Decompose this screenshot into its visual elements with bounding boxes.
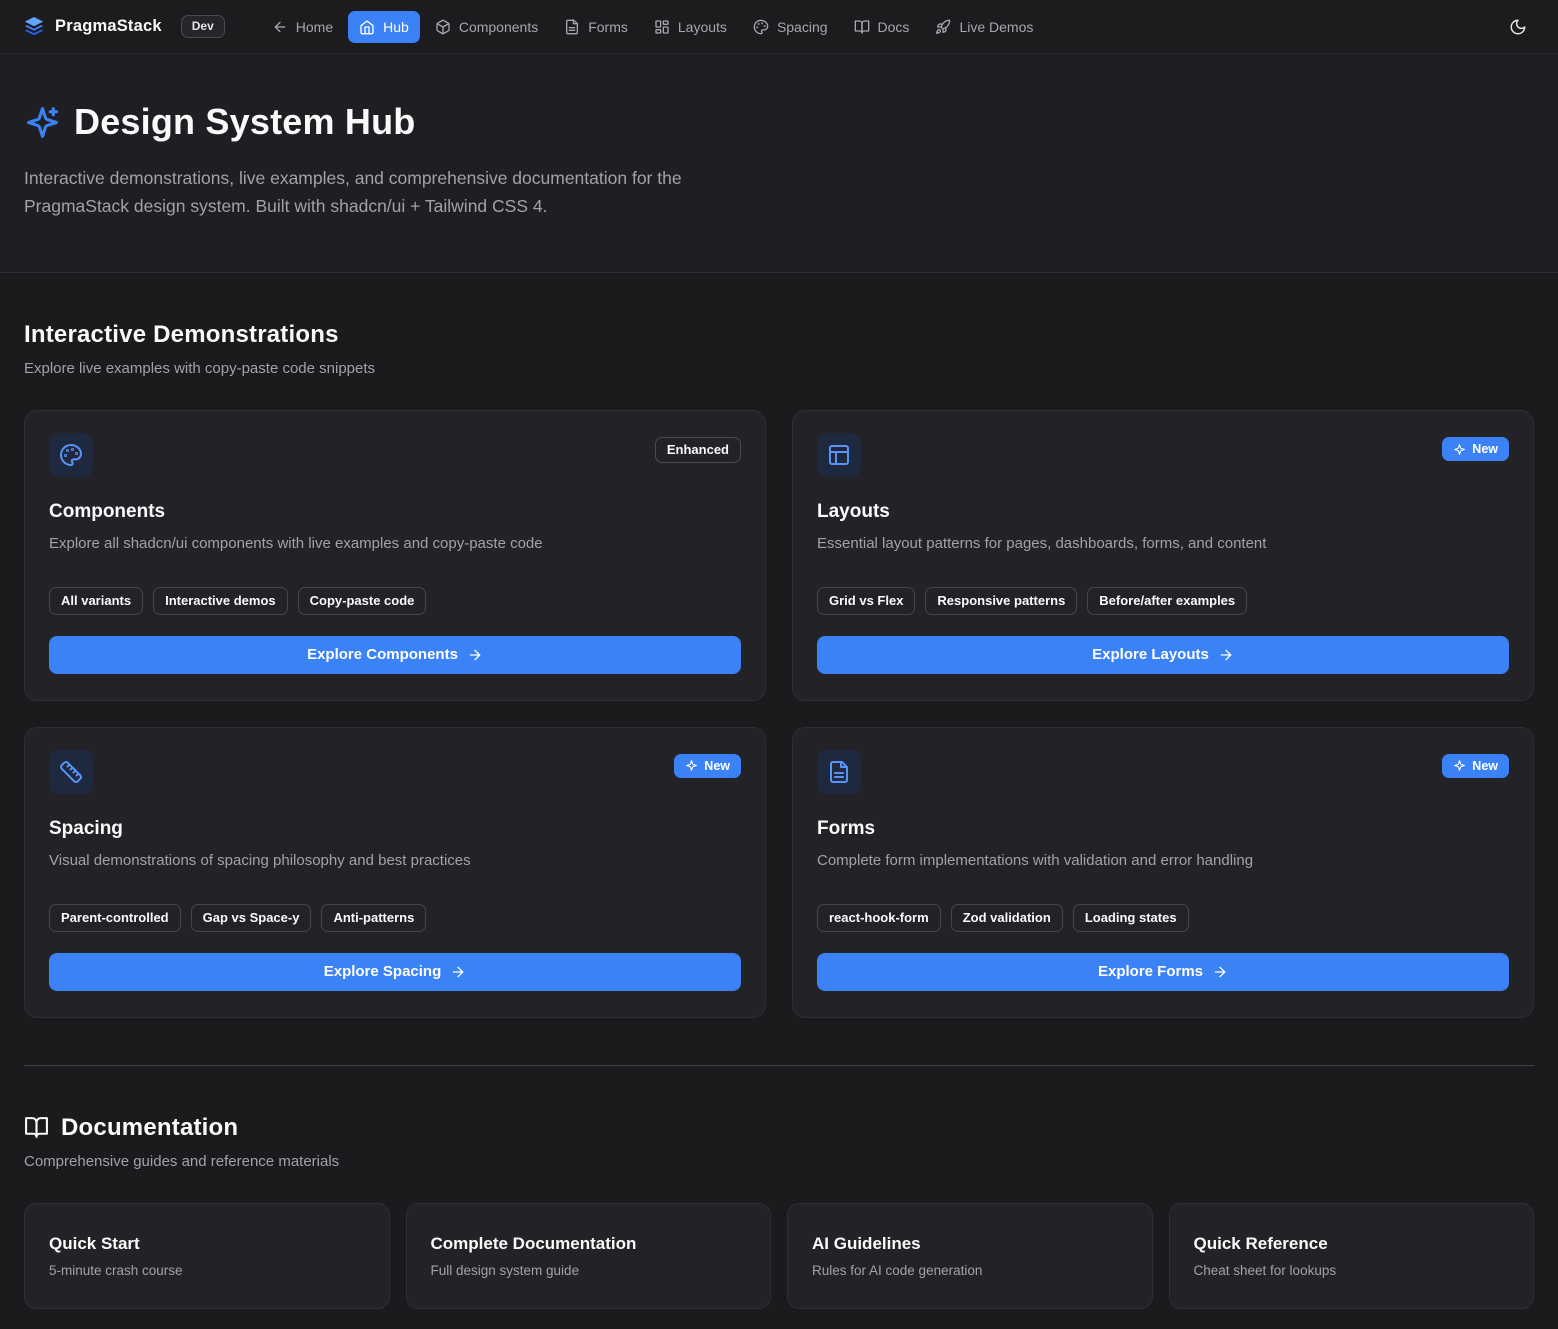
page-subtitle: Interactive demonstrations, live example… bbox=[24, 164, 769, 220]
sparkles-icon bbox=[685, 759, 698, 772]
card-title: Layouts bbox=[817, 501, 1509, 523]
file-text-icon bbox=[564, 19, 580, 35]
doc-card-description: Rules for AI code generation bbox=[812, 1263, 1128, 1278]
nav-item-components[interactable]: Components bbox=[424, 11, 549, 43]
card-description: Complete form implementations with valid… bbox=[817, 850, 1509, 872]
dev-badge: Dev bbox=[181, 15, 225, 38]
nav-menu: Home Hub Components Forms Layouts bbox=[261, 11, 1045, 43]
arrow-right-icon bbox=[1212, 964, 1228, 980]
card-title: Spacing bbox=[49, 818, 741, 840]
file-text-icon bbox=[817, 750, 861, 794]
tag: react-hook-form bbox=[817, 904, 941, 932]
tag: Interactive demos bbox=[153, 587, 288, 615]
layers-icon bbox=[22, 15, 46, 39]
doc-card-title: Quick Start bbox=[49, 1234, 365, 1254]
home-icon bbox=[359, 19, 375, 35]
arrow-left-icon bbox=[272, 19, 288, 35]
doc-card-ai-guidelines[interactable]: AI Guidelines Rules for AI code generati… bbox=[787, 1203, 1153, 1309]
doc-card-description: Full design system guide bbox=[431, 1263, 747, 1278]
tag: Loading states bbox=[1073, 904, 1189, 932]
docs-section-subtitle: Comprehensive guides and reference mater… bbox=[24, 1153, 1534, 1170]
nav-item-forms[interactable]: Forms bbox=[553, 11, 639, 43]
book-open-icon bbox=[854, 19, 870, 35]
tag: All variants bbox=[49, 587, 143, 615]
doc-card-complete-documentation[interactable]: Complete Documentation Full design syste… bbox=[406, 1203, 772, 1309]
brand-name: PragmaStack bbox=[55, 17, 162, 36]
rocket-icon bbox=[935, 19, 951, 35]
nav-item-layouts[interactable]: Layouts bbox=[643, 11, 738, 43]
tag: Grid vs Flex bbox=[817, 587, 915, 615]
demos-section-subtitle: Explore live examples with copy-paste co… bbox=[24, 360, 1534, 377]
sparkles-icon bbox=[1453, 443, 1466, 456]
palette-icon bbox=[49, 433, 93, 477]
doc-card-title: Quick Reference bbox=[1194, 1234, 1510, 1254]
nav-item-home[interactable]: Home bbox=[261, 11, 344, 43]
book-open-icon bbox=[24, 1115, 49, 1140]
main-content: Interactive Demonstrations Explore live … bbox=[0, 321, 1558, 1329]
layout-panel-icon bbox=[817, 433, 861, 477]
card-description: Visual demonstrations of spacing philoso… bbox=[49, 850, 741, 872]
doc-card-title: Complete Documentation bbox=[431, 1234, 747, 1254]
brand[interactable]: PragmaStack Dev bbox=[22, 15, 225, 39]
nav-item-spacing[interactable]: Spacing bbox=[742, 11, 839, 43]
box-icon bbox=[435, 19, 451, 35]
new-badge: New bbox=[1442, 754, 1509, 778]
card-title: Components bbox=[49, 501, 741, 523]
arrow-right-icon bbox=[467, 647, 483, 663]
demos-section-title: Interactive Demonstrations bbox=[24, 321, 1534, 349]
explore-spacing-button[interactable]: Explore Spacing bbox=[49, 953, 741, 991]
sparkles-icon bbox=[24, 104, 61, 141]
arrow-right-icon bbox=[450, 964, 466, 980]
tag: Parent-controlled bbox=[49, 904, 181, 932]
card-title: Forms bbox=[817, 818, 1509, 840]
demo-card-layouts: New Layouts Essential layout patterns fo… bbox=[792, 410, 1534, 701]
theme-toggle-button[interactable] bbox=[1500, 9, 1536, 45]
docs-card-grid: Quick Start 5-minute crash course Comple… bbox=[24, 1203, 1534, 1329]
card-description: Essential layout patterns for pages, das… bbox=[817, 533, 1509, 555]
section-divider bbox=[24, 1065, 1534, 1066]
tag: Copy-paste code bbox=[298, 587, 427, 615]
new-badge: New bbox=[674, 754, 741, 778]
doc-card-quick-start[interactable]: Quick Start 5-minute crash course bbox=[24, 1203, 390, 1309]
ruler-icon bbox=[49, 750, 93, 794]
arrow-right-icon bbox=[1218, 647, 1234, 663]
explore-components-button[interactable]: Explore Components bbox=[49, 636, 741, 674]
enhanced-badge: Enhanced bbox=[655, 437, 741, 463]
nav-item-docs[interactable]: Docs bbox=[843, 11, 921, 43]
demo-card-forms: New Forms Complete form implementations … bbox=[792, 727, 1534, 1018]
layout-dashboard-icon bbox=[654, 19, 670, 35]
explore-layouts-button[interactable]: Explore Layouts bbox=[817, 636, 1509, 674]
sparkles-icon bbox=[1453, 759, 1466, 772]
nav-item-live-demos[interactable]: Live Demos bbox=[924, 11, 1044, 43]
new-badge: New bbox=[1442, 437, 1509, 461]
card-description: Explore all shadcn/ui components with li… bbox=[49, 533, 741, 555]
page-title: Design System Hub bbox=[74, 101, 415, 143]
tag: Responsive patterns bbox=[925, 587, 1077, 615]
docs-section-title: Documentation bbox=[24, 1114, 1534, 1142]
hero-section: Design System Hub Interactive demonstrat… bbox=[0, 54, 1558, 273]
doc-card-description: 5-minute crash course bbox=[49, 1263, 365, 1278]
doc-card-quick-reference[interactable]: Quick Reference Cheat sheet for lookups bbox=[1169, 1203, 1535, 1309]
explore-forms-button[interactable]: Explore Forms bbox=[817, 953, 1509, 991]
moon-icon bbox=[1509, 18, 1527, 36]
tag: Zod validation bbox=[951, 904, 1063, 932]
navbar: PragmaStack Dev Home Hub Components Fo bbox=[0, 0, 1558, 54]
palette-icon bbox=[753, 19, 769, 35]
doc-card-title: AI Guidelines bbox=[812, 1234, 1128, 1254]
demo-card-components: Enhanced Components Explore all shadcn/u… bbox=[24, 410, 766, 701]
nav-item-hub[interactable]: Hub bbox=[348, 11, 420, 43]
demo-card-grid: Enhanced Components Explore all shadcn/u… bbox=[24, 410, 1534, 1018]
tag: Gap vs Space-y bbox=[191, 904, 312, 932]
demo-card-spacing: New Spacing Visual demonstrations of spa… bbox=[24, 727, 766, 1018]
tag: Anti-patterns bbox=[321, 904, 426, 932]
doc-card-description: Cheat sheet for lookups bbox=[1194, 1263, 1510, 1278]
tag: Before/after examples bbox=[1087, 587, 1247, 615]
